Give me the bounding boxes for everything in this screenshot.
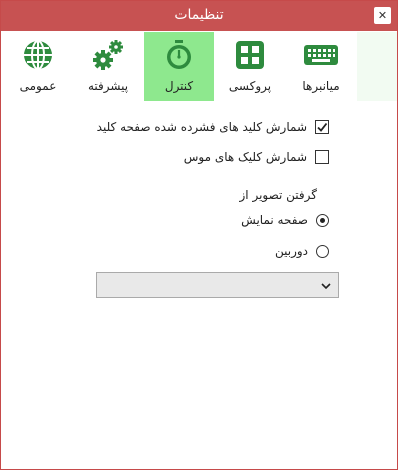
title-bar: تنظیمات ✕ — [1, 1, 397, 31]
tab-control[interactable]: کنترل — [144, 32, 214, 101]
capture-device-select[interactable] — [96, 272, 339, 298]
tab-proxy-label: پروکسی — [228, 79, 272, 93]
window-title: تنظیمات — [174, 7, 224, 23]
keyboard-icon — [304, 45, 338, 65]
count-keys-option[interactable]: شمارش کلید های فشرده شده صفحه کلید — [97, 120, 329, 134]
gears-icon — [93, 40, 123, 70]
tab-bar: عمومی پیشرفته کنترل پروکسی میانبرها — [1, 32, 397, 101]
tab-general[interactable]: عمومی — [3, 32, 73, 101]
count-keys-checkbox[interactable] — [315, 120, 329, 134]
stopwatch-icon — [167, 40, 191, 69]
tab-proxy[interactable]: پروکسی — [215, 32, 285, 101]
count-clicks-checkbox[interactable] — [315, 150, 329, 164]
count-clicks-label: شمارش کلیک های موس — [183, 150, 307, 164]
capture-camera-option[interactable]: دوربین — [275, 244, 329, 258]
count-clicks-option[interactable]: شمارش کلیک های موس — [184, 150, 329, 164]
tab-bar-filler — [357, 32, 397, 101]
close-button[interactable]: ✕ — [374, 7, 391, 24]
count-keys-label: شمارش کلید های فشرده شده صفحه کلید — [96, 120, 307, 134]
camera-label: دوربین — [274, 244, 308, 258]
chevron-down-icon — [321, 283, 331, 290]
settings-window: تنظیمات ✕ عمومی پیشرفته کنترل پروکسی میا… — [0, 0, 398, 470]
tab-shortcuts-label: میانبرها — [302, 79, 340, 93]
checkmark-icon — [317, 122, 328, 132]
capture-group-label: گرفتن تصویر از — [239, 188, 318, 202]
tab-control-label: کنترل — [164, 79, 194, 93]
camera-radio[interactable] — [316, 244, 329, 258]
globe-icon — [24, 40, 52, 70]
capture-screen-option[interactable]: صفحه نمایش — [241, 213, 329, 227]
screen-label: صفحه نمایش — [241, 213, 308, 227]
screen-radio[interactable] — [316, 213, 329, 227]
tab-advanced[interactable]: پیشرفته — [73, 32, 143, 101]
grid-icon — [236, 41, 264, 69]
tab-advanced-label: پیشرفته — [87, 79, 129, 93]
tab-general-label: عمومی — [19, 79, 57, 93]
tab-shortcuts[interactable]: میانبرها — [286, 32, 356, 101]
